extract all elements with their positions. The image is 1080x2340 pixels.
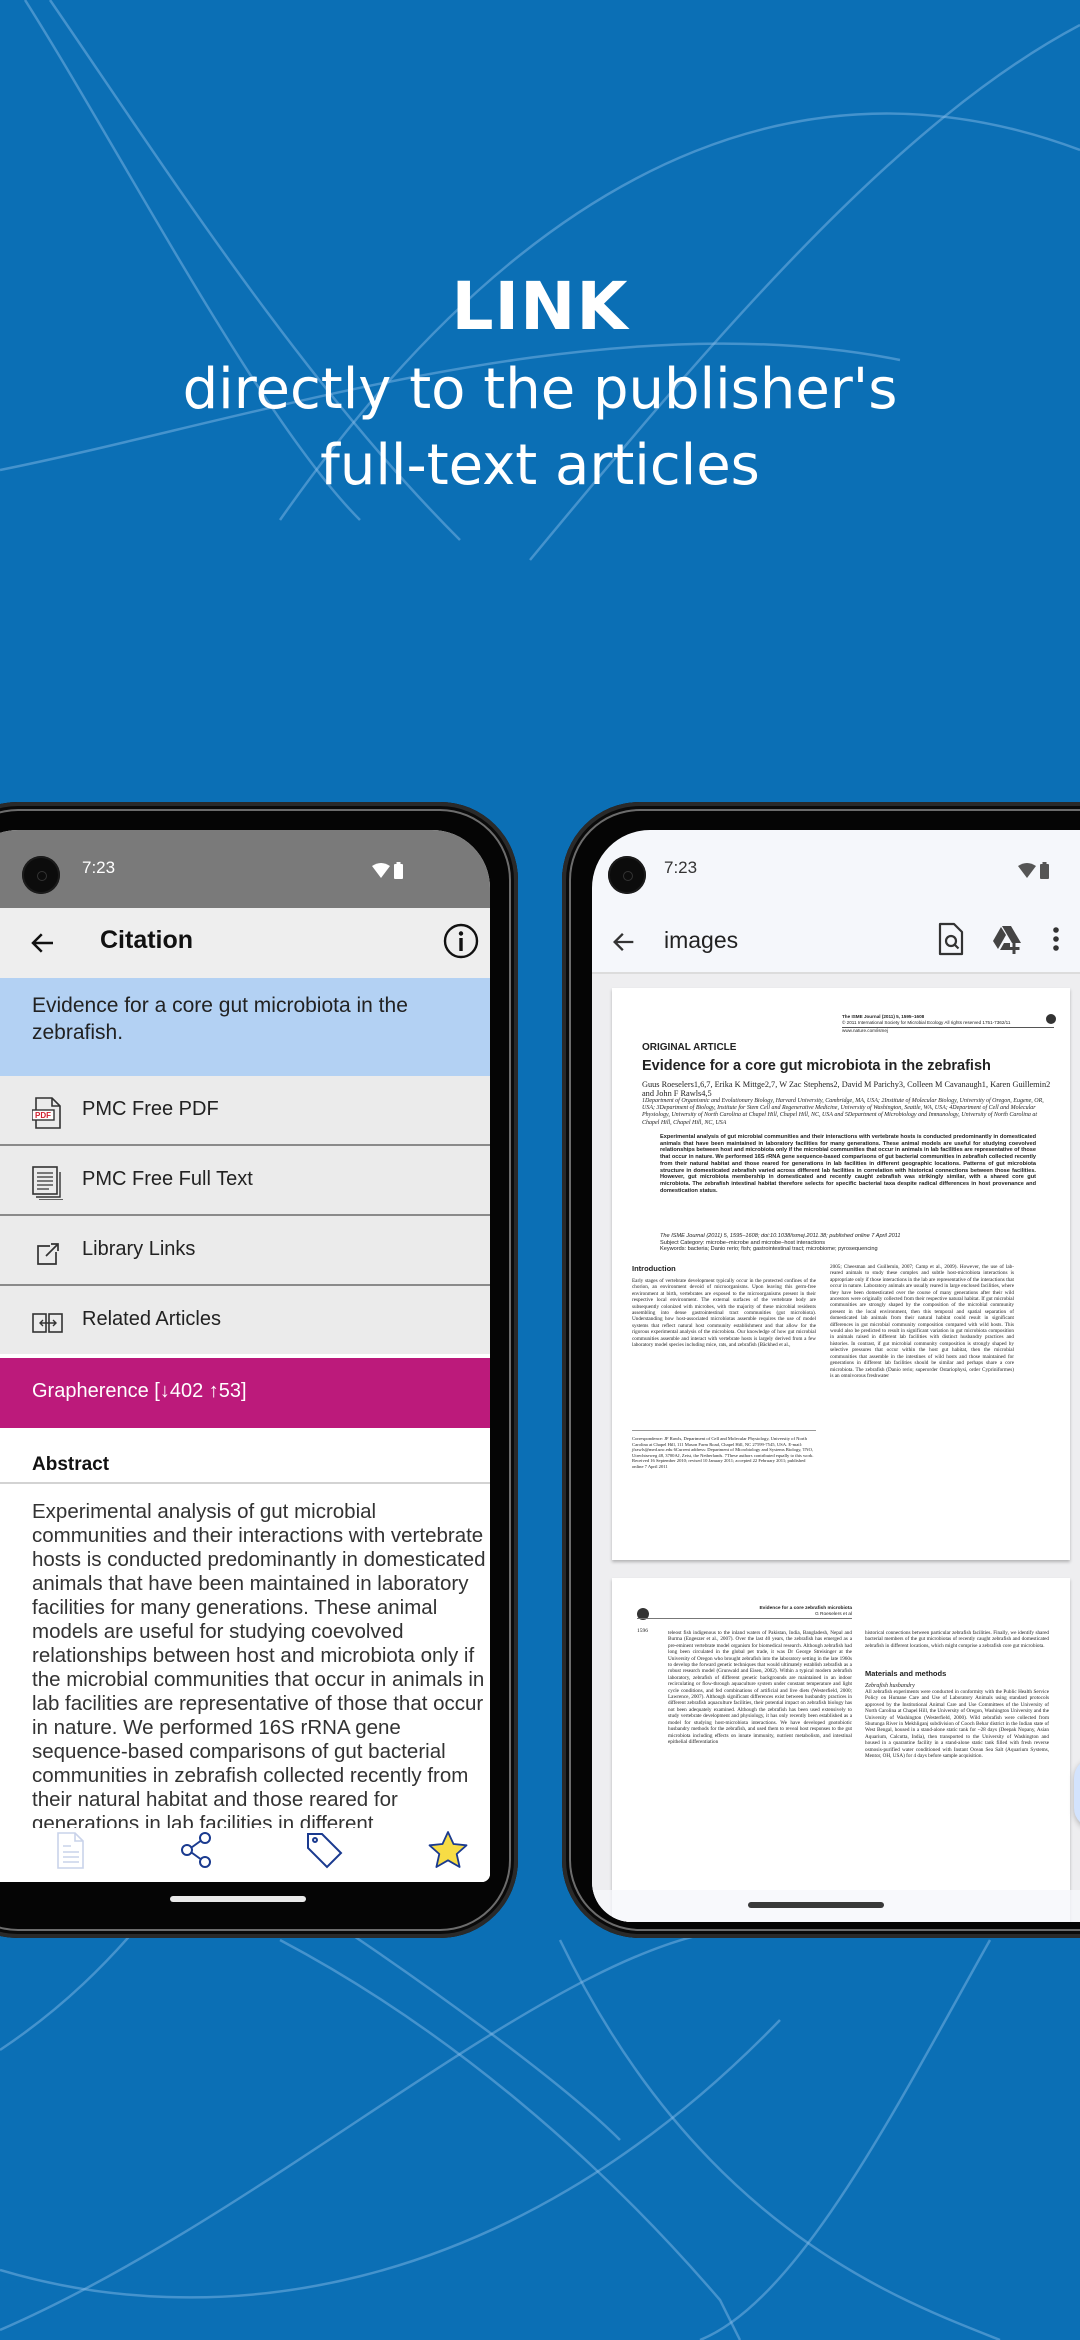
methods-heading: Materials and methods [865, 1669, 947, 1679]
pdf-page-1: The ISME Journal (2011) 5, 1595–1608 © 2… [612, 988, 1070, 1560]
battery-icon [1040, 862, 1049, 879]
article-authors: Guus Roeselers1,6,7, Erika K Mittge2,7, … [642, 1080, 1051, 1098]
hero-headline: LINK directly to the publisher's full-te… [0, 262, 1080, 504]
right-phone-frame: 7:23 images The ISME Journal (2011) 5, 1… [562, 802, 1080, 1938]
tag-icon[interactable] [305, 1830, 345, 1870]
page2-column-1: teleost fish indigenous to the inland wa… [668, 1630, 852, 1745]
page-title: Citation [100, 926, 194, 954]
pdf-page-2: Evidence for a core zebrafish microbiota… [612, 1578, 1070, 1922]
status-bar: 7:23 [592, 830, 1080, 908]
journal-url: www.nature.com/ismej [842, 1028, 888, 1033]
article-section: ORIGINAL ARTICLE [642, 1042, 737, 1053]
methods-text: All zebrafish experiments were conducted… [865, 1689, 1049, 1760]
external-link-icon [37, 1243, 59, 1265]
article-title: Evidence for a core gut microbiota in th… [642, 1058, 991, 1074]
running-head: Evidence for a core zebrafish microbiota… [637, 1606, 852, 1619]
link-pmc-free-full-text[interactable]: PMC Free Full Text [0, 1146, 490, 1216]
publisher-logo [1046, 1014, 1056, 1024]
camera-cutout [608, 856, 646, 894]
link-label: PMC Free Full Text [82, 1168, 253, 1190]
star-icon[interactable] [428, 1830, 468, 1870]
link-pmc-free-pdf[interactable]: PDF PMC Free PDF [0, 1076, 490, 1146]
app-bar: images [592, 908, 1080, 974]
wifi-icon [1018, 862, 1036, 878]
wifi-icon [372, 862, 390, 878]
journal-line: © 2011 International Society for Microbi… [842, 1020, 1011, 1025]
more-vert-icon[interactable] [1050, 922, 1062, 956]
home-indicator[interactable] [170, 1896, 306, 1902]
pdf-viewer-screen: 7:23 images The ISME Journal (2011) 5, 1… [592, 830, 1080, 1922]
info-icon[interactable] [442, 922, 480, 960]
related-articles-icon [32, 1313, 63, 1333]
link-related-articles[interactable]: Related Articles [0, 1286, 490, 1354]
app-bar: Citation [0, 908, 490, 978]
document-title: images [664, 927, 739, 953]
battery-icon [394, 862, 403, 879]
links-list: PDF PMC Free PDF PMC Free Full Text Libr… [0, 1076, 490, 1354]
link-label: PMC Free PDF [82, 1098, 219, 1120]
search-document-icon[interactable] [936, 922, 966, 956]
link-library-links[interactable]: Library Links [0, 1216, 490, 1286]
page2-intro-text: historical connections between particula… [865, 1630, 1049, 1649]
left-phone-frame: 7:23 Citation Evidence for a core gut mi… [0, 802, 518, 1938]
hero-title: LINK [451, 268, 629, 345]
intro-heading: Introduction [632, 1264, 676, 1273]
bottom-action-bar [0, 1828, 490, 1882]
document-icon[interactable] [50, 1830, 90, 1870]
arrow-left-icon[interactable] [610, 928, 638, 956]
footnote: Correspondence: JF Rawls, Department of … [632, 1430, 816, 1470]
pdf-document-view[interactable]: The ISME Journal (2011) 5, 1595–1608 © 2… [592, 974, 1080, 1922]
status-time: 7:23 [664, 858, 698, 877]
status-time: 7:23 [82, 858, 116, 877]
page-number: 1596 [637, 1628, 648, 1634]
running-head-author: G Roeselers et al [814, 1612, 852, 1617]
hero-subtitle-line1: directly to the publisher's [182, 357, 898, 422]
citation-line: The ISME Journal (2011) 5, 1595–1608; do… [660, 1233, 901, 1239]
citation-screen: 7:23 Citation Evidence for a core gut mi… [0, 830, 490, 1882]
camera-cutout [22, 856, 60, 894]
abstract-heading: Abstract [0, 1428, 490, 1484]
status-bar: 7:23 [0, 830, 490, 908]
grapherence-button[interactable]: Grapherence [↓402 ↑53] [0, 1358, 490, 1428]
intro-column-2: 2005; Cheesman and Guillemin, 2007; Camp… [830, 1264, 1014, 1379]
hero-subtitle-line2: full-text articles [320, 433, 760, 498]
citation-title: Evidence for a core gut microbiota in th… [0, 978, 490, 1076]
link-label: Related Articles [82, 1308, 221, 1330]
share-icon[interactable] [177, 1830, 217, 1870]
journal-header: The ISME Journal (2011) 5, 1595–1608 © 2… [842, 1014, 1054, 1028]
article-abstract: Experimental analysis of gut microbial c… [660, 1134, 1036, 1194]
page2-column-2: historical connections between particula… [865, 1630, 1049, 1760]
link-label: Library Links [82, 1238, 196, 1260]
abstract-text: Experimental analysis of gut microbial c… [32, 1500, 486, 1830]
drive-add-icon[interactable] [992, 922, 1022, 956]
keywords: Keywords: bacteria; Danio rerio; fish; g… [660, 1246, 878, 1253]
article-affiliations: 1Department of Organismic and Evolutiona… [642, 1098, 1044, 1126]
subject-category: Subject Category: microbe–microbe and mi… [660, 1239, 826, 1246]
svg-text:PDF: PDF [35, 1111, 51, 1120]
full-text-icon [32, 1166, 63, 1200]
home-indicator[interactable] [748, 1902, 884, 1908]
article-meta: The ISME Journal (2011) 5, 1595–1608; do… [660, 1233, 1036, 1253]
intro-column-1: Early stages of vertebrate development t… [632, 1278, 816, 1349]
arrow-left-icon[interactable] [28, 928, 58, 958]
pdf-icon: PDF [32, 1097, 61, 1129]
